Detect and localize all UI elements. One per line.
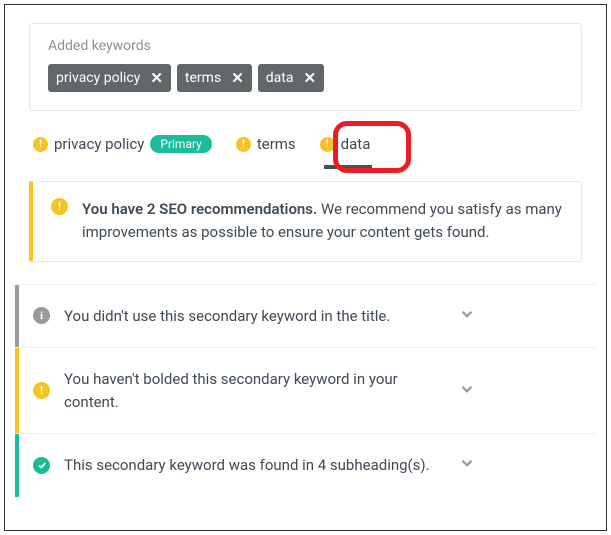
chip-label: terms [185, 70, 221, 86]
info-icon: i [33, 307, 50, 324]
warning-icon: ! [33, 382, 50, 399]
seo-item[interactable]: ! You haven't bolded this secondary keyw… [15, 347, 596, 433]
keyword-chip[interactable]: terms ✕ [177, 64, 252, 92]
tab-label: privacy policy [54, 135, 144, 153]
warning-icon: ! [320, 137, 335, 152]
keyword-chip[interactable]: privacy policy ✕ [48, 64, 171, 92]
tab-label: terms [257, 135, 296, 153]
added-keywords-card: Added keywords privacy policy ✕ terms ✕ … [29, 23, 582, 111]
seo-recommendation-banner: ! You have 2 SEO recommendations. We rec… [29, 181, 582, 262]
tab-label: data [341, 135, 371, 153]
tab-terms[interactable]: ! terms [232, 129, 300, 159]
chip-label: data [266, 70, 294, 86]
check-icon [33, 457, 50, 474]
status-bar [15, 434, 19, 497]
tab-privacy-policy[interactable]: ! privacy policy Primary [29, 129, 216, 159]
chip-label: privacy policy [56, 70, 140, 86]
keyword-chips: privacy policy ✕ terms ✕ data ✕ [48, 64, 563, 92]
seo-item[interactable]: This secondary keyword was found in 4 su… [15, 433, 596, 497]
primary-badge: Primary [150, 135, 211, 153]
recommendation-text: You have 2 SEO recommendations. We recom… [82, 198, 563, 245]
chevron-down-icon[interactable] [458, 454, 476, 476]
seo-item-text: You haven't bolded this secondary keywor… [64, 368, 444, 413]
close-icon[interactable]: ✕ [231, 71, 244, 86]
keyword-chip[interactable]: data ✕ [258, 64, 324, 92]
warning-icon: ! [33, 137, 48, 152]
seo-item-text: This secondary keyword was found in 4 su… [64, 454, 444, 477]
chevron-down-icon[interactable] [458, 305, 476, 327]
seo-item-text: You didn't use this secondary keyword in… [64, 305, 444, 328]
status-bar [15, 285, 19, 348]
close-icon[interactable]: ✕ [303, 71, 316, 86]
added-keywords-label: Added keywords [48, 38, 563, 54]
tab-data[interactable]: ! data [316, 129, 375, 159]
close-icon[interactable]: ✕ [150, 71, 163, 86]
chevron-down-icon[interactable] [458, 380, 476, 402]
seo-item[interactable]: i You didn't use this secondary keyword … [15, 284, 596, 348]
warning-icon: ! [236, 137, 251, 152]
warning-icon: ! [51, 198, 68, 215]
status-bar [15, 348, 19, 433]
keyword-tabs: ! privacy policy Primary ! terms ! data [29, 129, 582, 159]
